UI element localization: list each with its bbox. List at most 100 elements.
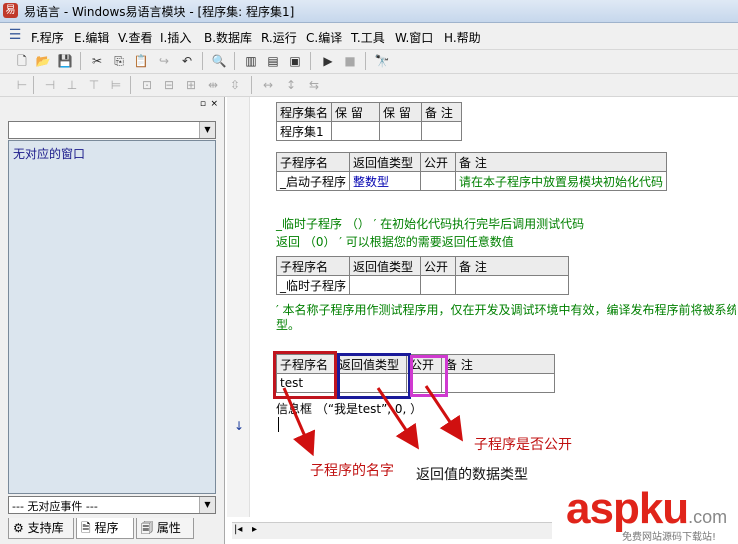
table-cell[interactable]	[421, 121, 463, 141]
table-cell[interactable]: _启动子程序	[275, 171, 351, 191]
menu-bar: ☰ F.程序 E.编辑 V.查看 I.插入 B.数据库 R.运行 C.编译 T.…	[0, 23, 738, 50]
toolbar-separator	[80, 52, 81, 70]
program-icon: 🗎	[81, 521, 91, 535]
toolbar-separator	[130, 76, 131, 94]
subroutine-table-temp: 子程序名 返回值类型 公开 备 注 _临时子程序	[275, 256, 570, 295]
layout-top-icon[interactable]: ▤	[265, 53, 281, 69]
toolbar-separator	[234, 52, 235, 70]
chevron-down-icon[interactable]: ▼	[199, 122, 215, 138]
same-size-icon[interactable]: ⊞	[183, 77, 199, 93]
table-header: 子程序名	[275, 152, 351, 172]
code-text: _临时子程序 （） ′ 在初始化代码执行完毕后调用测试代码	[276, 217, 585, 231]
panel-close-icon[interactable]: ×	[210, 99, 218, 109]
cut-icon[interactable]: ✂	[89, 53, 105, 69]
table-cell[interactable]	[379, 121, 423, 141]
toolbar-separator	[33, 76, 34, 94]
table-cell[interactable]	[420, 275, 457, 295]
table-cell[interactable]	[349, 275, 422, 295]
subroutine-table-start: 子程序名 返回值类型 公开 备 注 _启动子程序 整数型 请在本子程序中放置易模…	[275, 152, 668, 191]
save-icon[interactable]: 💾	[57, 53, 73, 69]
debug-icon[interactable]: 🔭	[374, 53, 390, 69]
event-combo[interactable]: --- 无对应事件 --- ▼	[8, 496, 216, 514]
undo-icon[interactable]: ↶	[179, 53, 195, 69]
code-line[interactable]: _临时子程序 （） ′ 在初始化代码执行完毕后调用测试代码	[276, 215, 584, 232]
table-cell[interactable]: 整数型	[349, 171, 422, 191]
paste-icon[interactable]: 📋	[133, 53, 149, 69]
align-center-icon[interactable]: ⊣	[42, 77, 58, 93]
same-height-icon[interactable]: ⊟	[161, 77, 177, 93]
toolbar-separator	[310, 52, 311, 70]
arrow-public	[424, 385, 463, 442]
table-cell[interactable]	[331, 121, 381, 141]
same-width-icon[interactable]: ⊡	[139, 77, 155, 93]
new-file-icon[interactable]: 🗋	[14, 53, 30, 69]
comment-line-wrap[interactable]: 型。	[276, 316, 300, 333]
table-header: 备 注	[455, 152, 668, 172]
window-combo[interactable]: ▼	[8, 121, 216, 139]
title-bar: 易 易语言 - Windows易语言模块 - [程序集: 程序集1]	[0, 0, 738, 23]
watermark-tagline: 免费网站源码下载站!	[622, 532, 717, 543]
window-list-item[interactable]: 无对应的窗口	[13, 145, 85, 162]
event-combo-value: --- 无对应事件 ---	[12, 500, 98, 513]
center-v-icon[interactable]: ↕	[283, 77, 299, 93]
table-header: 子程序名	[275, 256, 351, 276]
run-icon[interactable]: ▶	[320, 53, 336, 69]
align-left-icon[interactable]: ⊢	[14, 77, 30, 93]
stop-icon[interactable]: ■	[342, 53, 358, 69]
align-top-icon[interactable]: ⊤	[86, 77, 102, 93]
menu-file[interactable]: F.程序	[31, 29, 64, 46]
tab-support-library[interactable]: ⚙ 支持库	[8, 518, 74, 539]
menu-help[interactable]: H.帮助	[444, 29, 481, 46]
menu-edit[interactable]: E.编辑	[74, 29, 109, 46]
window-list[interactable]: 无对应的窗口	[8, 140, 216, 494]
chevron-down-icon[interactable]: ▼	[199, 497, 215, 513]
menu-view[interactable]: V.查看	[118, 29, 152, 46]
editor-gutter: ↓	[227, 97, 250, 517]
code-line[interactable]: 返回 （0） ′ 可以根据您的需要返回任意数值	[276, 233, 514, 250]
editor-horizontal-scrollbar[interactable]: |◂ ▸	[232, 522, 552, 539]
scroll-right-icon[interactable]: ▸	[252, 524, 257, 535]
document-menu-icon[interactable]: ☰	[6, 27, 24, 44]
layout-full-icon[interactable]: ▣	[287, 53, 303, 69]
open-icon[interactable]: 📂	[35, 53, 51, 69]
center-h-icon[interactable]: ↔	[260, 77, 276, 93]
arrow-name	[282, 387, 316, 457]
table-header: 返回值类型	[349, 152, 422, 172]
h-space-icon[interactable]: ⇹	[205, 77, 221, 93]
copy-icon[interactable]: ⎘	[111, 53, 127, 69]
layout-left-icon[interactable]: ▥	[243, 53, 259, 69]
tab-properties[interactable]: 🗐 属性	[136, 518, 194, 539]
table-cell[interactable]	[420, 171, 457, 191]
table-cell[interactable]: _临时子程序	[275, 275, 351, 295]
watermark-suffix: .com	[688, 507, 728, 527]
table-header: 返回值类型	[349, 256, 422, 276]
redo-icon[interactable]: ↪	[156, 53, 172, 69]
tab-label: 程序	[94, 521, 119, 535]
table-header: 备 注	[421, 102, 463, 122]
align-right-icon[interactable]: ⊥	[64, 77, 80, 93]
scroll-left-icon[interactable]: |◂	[234, 524, 242, 535]
tab-program[interactable]: 🗎 程序	[76, 518, 134, 539]
annotation-public: 子程序是否公开	[474, 437, 572, 453]
watermark-logo: aspku.com	[566, 484, 727, 534]
menu-run[interactable]: R.运行	[261, 29, 297, 46]
table-cell[interactable]: 程序集1	[275, 121, 333, 141]
menu-window[interactable]: W.窗口	[395, 29, 433, 46]
v-space-icon[interactable]: ⇳	[227, 77, 243, 93]
panel-maximize-icon[interactable]: ▫	[200, 99, 206, 109]
menu-insert[interactable]: I.插入	[160, 29, 191, 46]
menu-database[interactable]: B.数据库	[204, 29, 252, 46]
arrow-return-type	[376, 387, 419, 450]
menu-tools[interactable]: T.工具	[351, 29, 385, 46]
menu-compile[interactable]: C.编译	[306, 29, 342, 46]
table-header: 保 留	[331, 102, 381, 122]
watermark-brand: aspku	[566, 484, 689, 533]
table-cell[interactable]: 请在本子程序中放置易模块初始化代码	[455, 171, 668, 191]
comment-line[interactable]: ′ 本名称子程序用作测试程序用，仅在开发及调试环境中有效，编译发布程序前将被系统	[276, 301, 736, 318]
find-icon[interactable]: 🔍	[211, 53, 227, 69]
tab-order-icon[interactable]: ⇆	[306, 77, 322, 93]
tab-label: 支持库	[27, 521, 64, 535]
table-cell[interactable]	[455, 275, 570, 295]
annotation-arrows	[282, 385, 463, 457]
align-bottom-icon[interactable]: ⊨	[108, 77, 124, 93]
